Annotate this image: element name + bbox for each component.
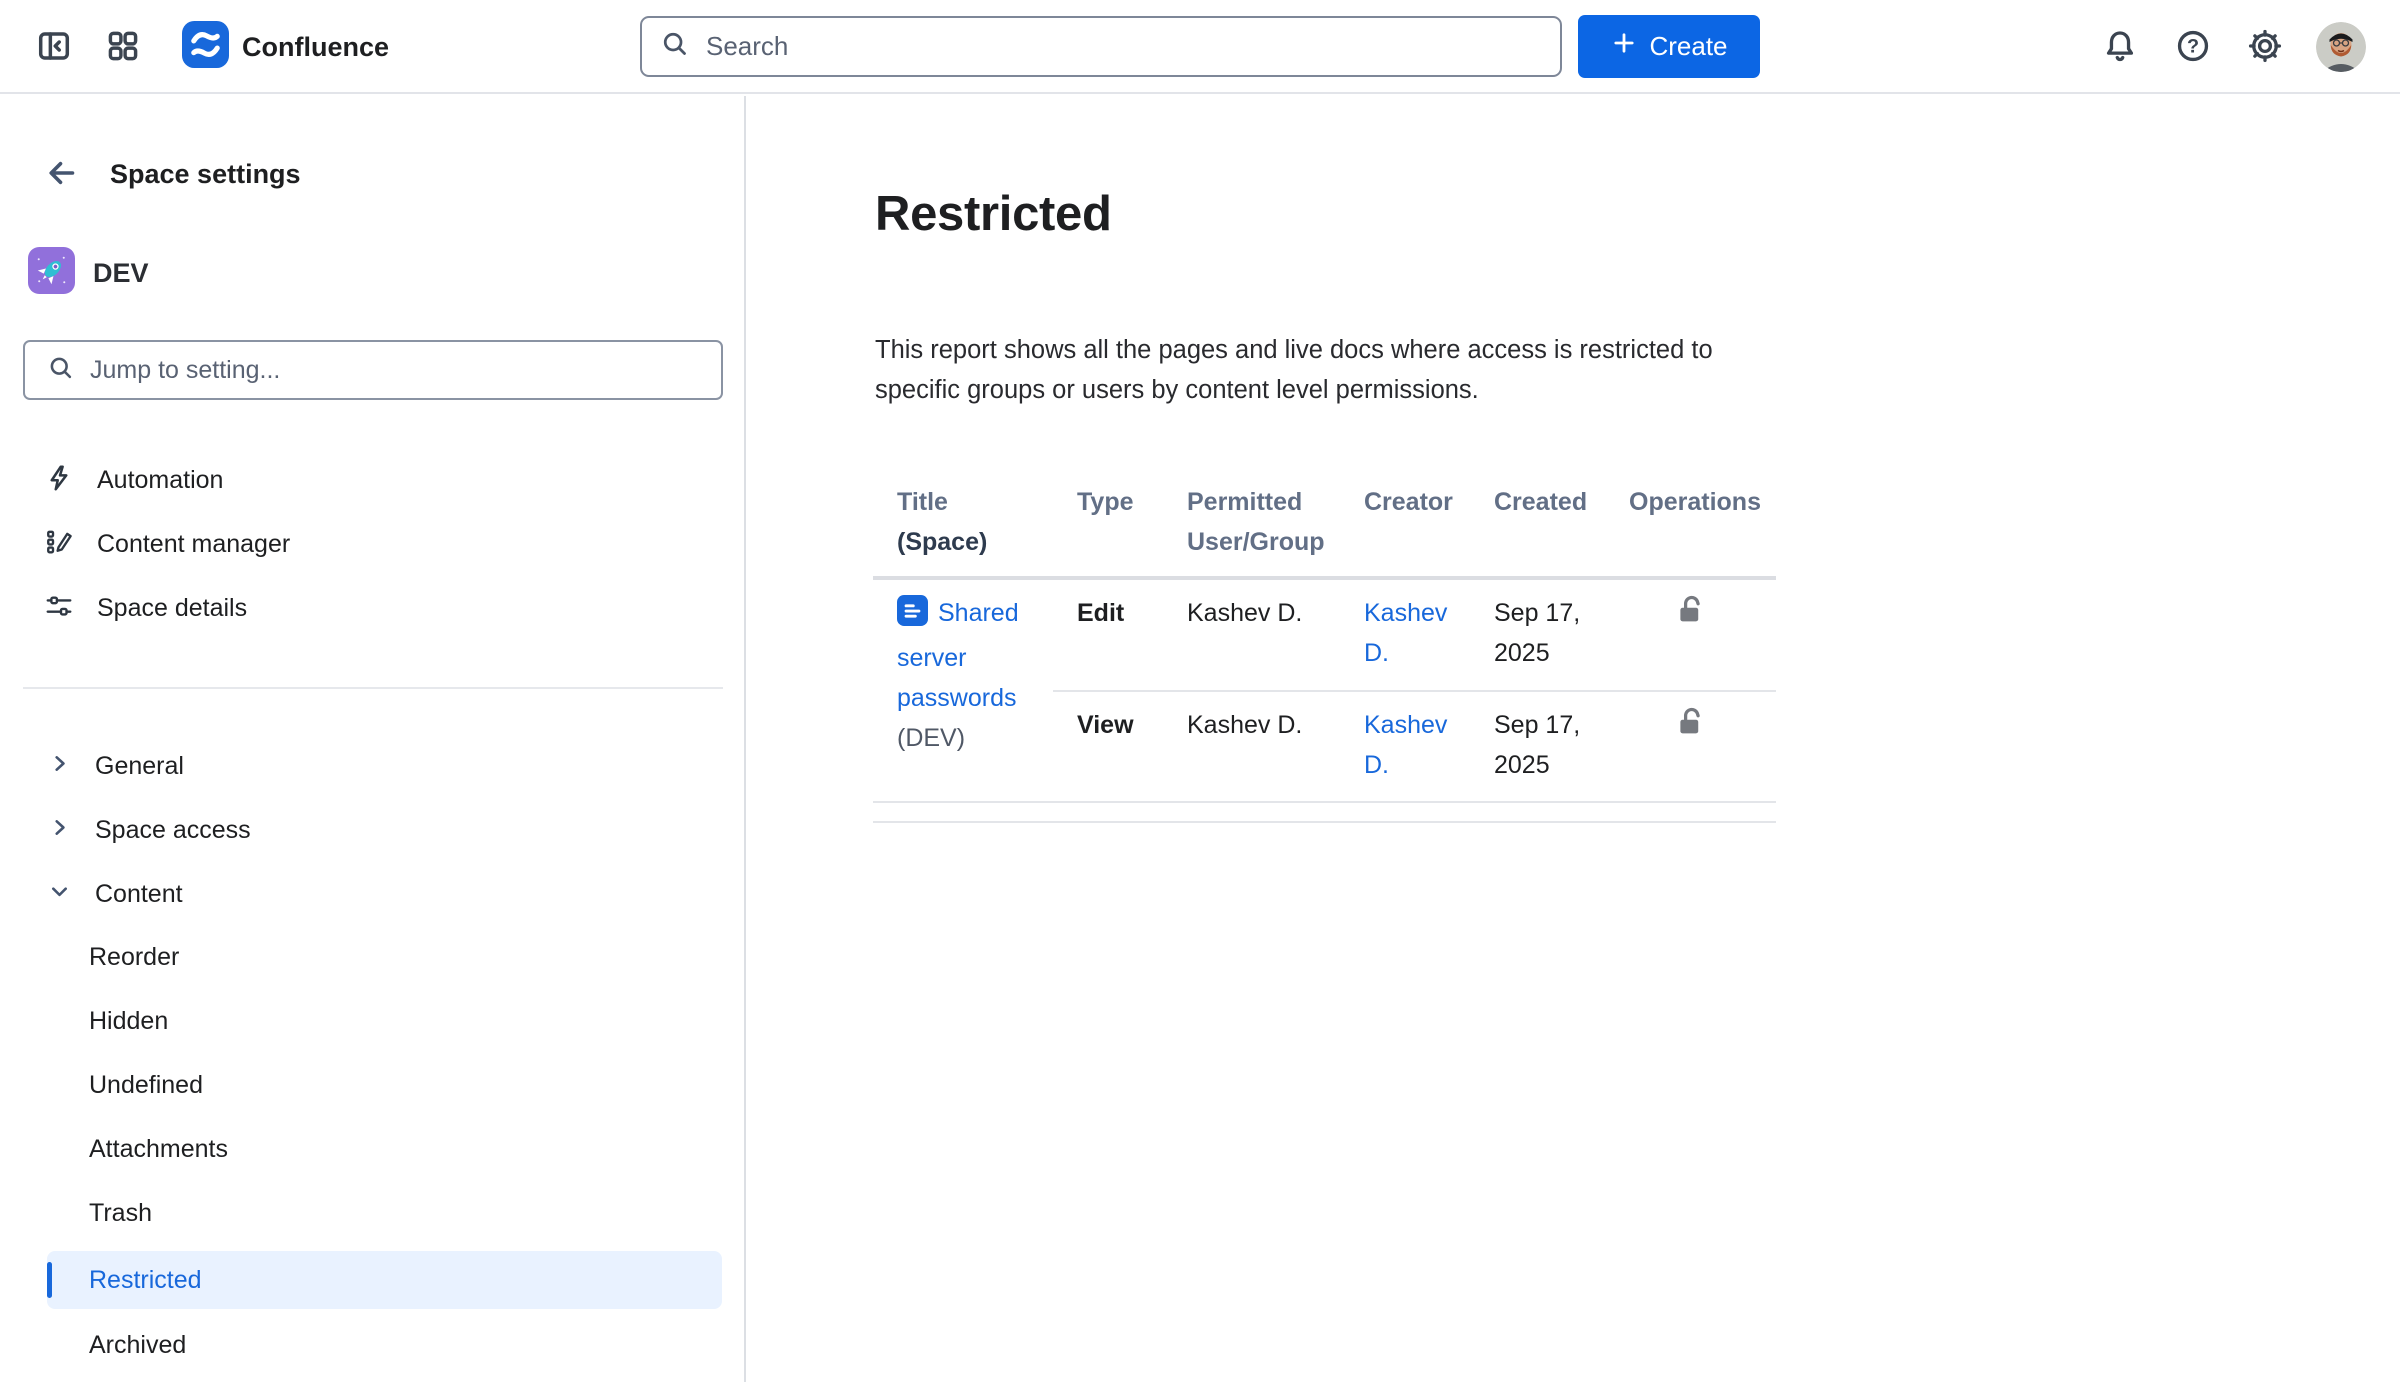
section-label: General bbox=[95, 752, 184, 781]
sidebar-item-automation[interactable]: Automation bbox=[23, 450, 723, 510]
sidebar-section-general[interactable]: General bbox=[23, 736, 723, 796]
section-label: Space access bbox=[95, 816, 251, 845]
unlock-button[interactable] bbox=[1674, 593, 1708, 630]
space-avatar-rocket-icon bbox=[28, 247, 75, 299]
svg-text:?: ? bbox=[2187, 35, 2199, 57]
create-button[interactable]: Create bbox=[1578, 15, 1760, 78]
notifications-button[interactable] bbox=[2096, 23, 2144, 71]
content-manager-icon bbox=[44, 527, 74, 562]
creator-link[interactable]: Kashev D. bbox=[1364, 599, 1447, 667]
sidebar-section-space-access[interactable]: Space access bbox=[23, 800, 723, 860]
confluence-app: Confluence Create bbox=[0, 0, 2400, 1382]
space-settings-sidebar: Space settings bbox=[0, 96, 746, 1382]
page-title-cell: Shared server passwords (DEV) bbox=[873, 578, 1053, 802]
gear-icon bbox=[2246, 27, 2284, 68]
column-header-creator: Creator bbox=[1340, 476, 1470, 578]
sidebar-item-content-manager[interactable]: Content manager bbox=[23, 514, 723, 574]
search-icon bbox=[660, 29, 690, 64]
create-label: Create bbox=[1649, 31, 1727, 62]
sidebar-item-trash[interactable]: Trash bbox=[47, 1184, 722, 1242]
global-search bbox=[640, 16, 1562, 77]
app-name: Confluence bbox=[242, 32, 389, 63]
sidebar-item-archived[interactable]: Archived bbox=[47, 1316, 722, 1374]
space-name: DEV bbox=[93, 258, 149, 289]
created-date: Sep 17, 2025 bbox=[1470, 691, 1605, 802]
restriction-type: Edit bbox=[1053, 578, 1163, 691]
help-button[interactable]: ? bbox=[2169, 23, 2217, 71]
space-identity: DEV bbox=[28, 249, 149, 297]
section-label: Content bbox=[95, 880, 183, 909]
confluence-logo bbox=[182, 21, 229, 73]
back-arrow-icon bbox=[44, 155, 80, 194]
sidebar-title: Space settings bbox=[110, 159, 301, 190]
app-switcher-button[interactable] bbox=[99, 23, 147, 71]
column-header-operations: Operations bbox=[1605, 476, 1776, 578]
section-separator bbox=[873, 821, 1776, 823]
collapse-sidebar-button[interactable] bbox=[30, 23, 78, 71]
jump-to-setting-input[interactable] bbox=[88, 355, 721, 386]
back-button[interactable] bbox=[40, 152, 84, 196]
settings-button[interactable] bbox=[2241, 23, 2289, 71]
creator-link[interactable]: Kashev D. bbox=[1364, 711, 1447, 779]
top-bar: Confluence Create bbox=[0, 0, 2400, 94]
column-header-space: (Space) bbox=[897, 528, 987, 556]
page-icon bbox=[897, 595, 928, 638]
selected-indicator bbox=[47, 1262, 52, 1298]
bell-icon bbox=[2101, 27, 2139, 68]
sliders-icon bbox=[44, 591, 74, 626]
table-header-row: Title (Space) Type Permitted User/Group … bbox=[873, 476, 1776, 578]
column-header-type: Type bbox=[1053, 476, 1163, 578]
table-row: Shared server passwords (DEV) Edit Kashe… bbox=[873, 578, 1776, 691]
sidebar-item-label: Content manager bbox=[97, 530, 290, 559]
confluence-home-link[interactable]: Confluence bbox=[182, 23, 389, 71]
permitted-user: Kashev D. bbox=[1163, 578, 1340, 691]
restriction-type: View bbox=[1053, 691, 1163, 802]
sidebar-header: Space settings bbox=[40, 152, 301, 196]
sidebar-item-space-details[interactable]: Space details bbox=[23, 578, 723, 638]
chevron-down-icon bbox=[46, 878, 73, 910]
chevron-right-icon bbox=[46, 750, 73, 782]
unlock-icon bbox=[1674, 615, 1708, 630]
jump-to-setting bbox=[23, 340, 723, 400]
unlock-icon bbox=[1674, 727, 1708, 742]
permitted-user: Kashev D. bbox=[1163, 691, 1340, 802]
user-avatar[interactable] bbox=[2316, 22, 2366, 72]
column-header-title: Title (Space) bbox=[873, 476, 1053, 578]
sidebar-item-label: Automation bbox=[97, 466, 223, 495]
chevron-right-icon bbox=[46, 814, 73, 846]
column-header-permitted: Permitted User/Group bbox=[1163, 476, 1340, 578]
sidebar-item-reorder[interactable]: Reorder bbox=[47, 928, 722, 986]
sidebar-item-label: Space details bbox=[97, 594, 247, 623]
created-date: Sep 17, 2025 bbox=[1470, 578, 1605, 691]
sidebar-item-attachments[interactable]: Attachments bbox=[47, 1120, 722, 1178]
app-switcher-icon bbox=[105, 28, 141, 67]
lightning-icon bbox=[44, 463, 74, 498]
column-header-created: Created bbox=[1470, 476, 1605, 578]
page-title: Restricted bbox=[875, 186, 1112, 242]
help-icon: ? bbox=[2174, 27, 2212, 68]
page-space: (DEV) bbox=[897, 718, 1053, 758]
page-description: This report shows all the pages and live… bbox=[875, 330, 1745, 410]
search-input[interactable] bbox=[704, 30, 1560, 63]
restricted-pages-table: Title (Space) Type Permitted User/Group … bbox=[873, 476, 1776, 803]
sidebar-item-undefined[interactable]: Undefined bbox=[47, 1056, 722, 1114]
sidebar-item-restricted[interactable]: Restricted bbox=[47, 1251, 722, 1309]
collapse-sidebar-icon bbox=[35, 27, 73, 68]
plus-icon bbox=[1610, 29, 1638, 64]
unlock-button[interactable] bbox=[1674, 705, 1708, 742]
sidebar-divider bbox=[23, 687, 723, 689]
sidebar-section-content[interactable]: Content bbox=[23, 864, 723, 924]
sidebar-item-hidden[interactable]: Hidden bbox=[47, 992, 722, 1050]
search-icon bbox=[47, 354, 75, 387]
